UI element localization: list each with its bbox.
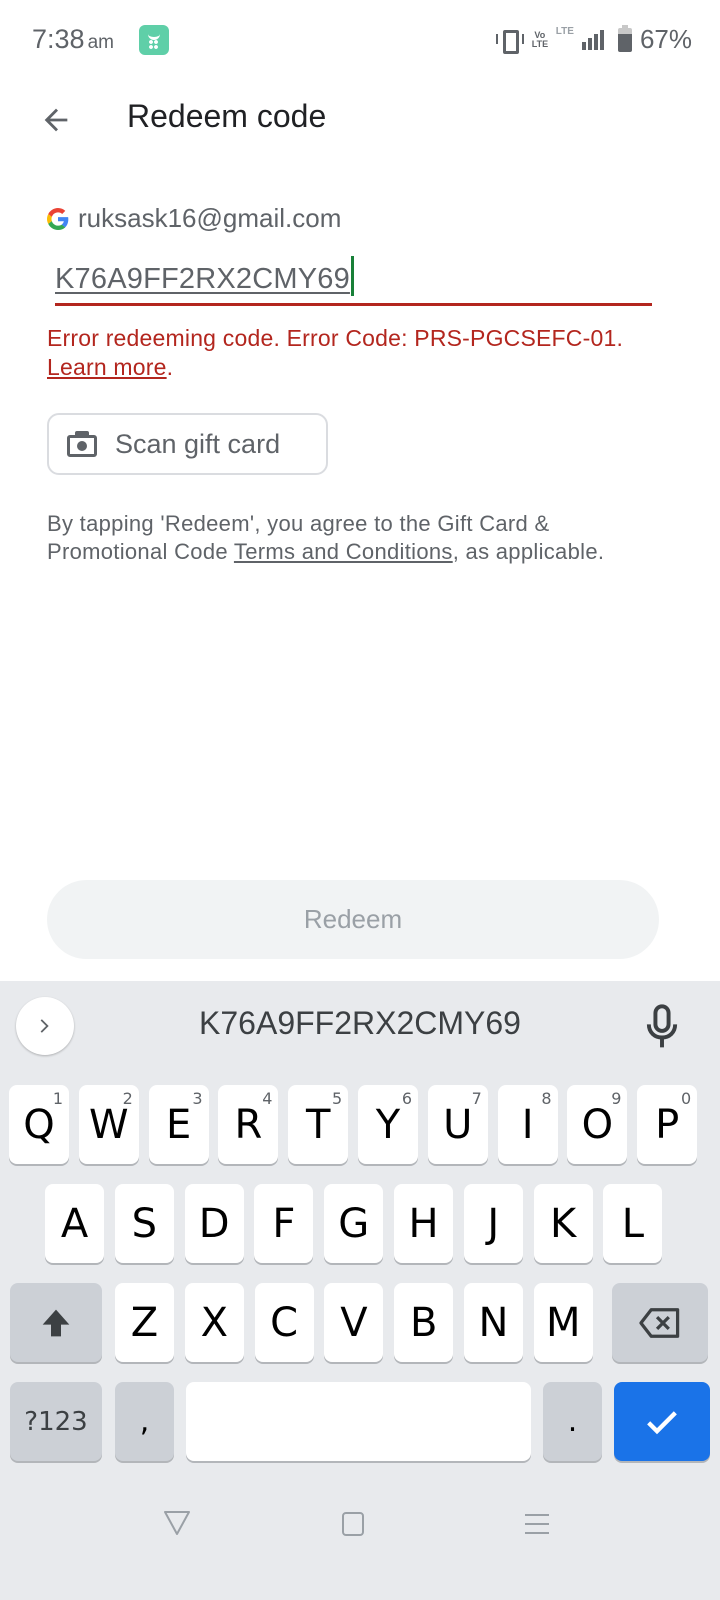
back-button[interactable] — [32, 96, 80, 144]
battery-percent: 67% — [639, 24, 692, 54]
key-g[interactable]: G — [324, 1184, 384, 1263]
key-v[interactable]: V — [324, 1283, 384, 1362]
key-hint: 1 — [52, 1089, 63, 1108]
code-input-value[interactable]: K76A9FF2RX2CMY69 — [55, 263, 350, 295]
status-time-value: 7:38 — [32, 24, 85, 54]
key-label: Y — [375, 1101, 401, 1148]
key-hint: 9 — [611, 1089, 622, 1108]
volte-icon: Vo LTE — [531, 29, 549, 49]
status-time: 7:38 am — [32, 24, 114, 55]
key-hint: 4 — [262, 1089, 273, 1108]
key-j[interactable]: J — [463, 1184, 523, 1263]
key-label: W — [89, 1101, 129, 1148]
key-b[interactable]: B — [394, 1283, 454, 1362]
key-n[interactable]: N — [464, 1283, 523, 1362]
key-hint: 2 — [122, 1089, 133, 1108]
checkmark-icon — [647, 1410, 677, 1434]
vibrate-icon — [494, 29, 524, 54]
terms-suffix: , as applicable. — [452, 539, 605, 564]
key-m[interactable]: M — [533, 1283, 593, 1362]
nav-home-icon[interactable] — [342, 1512, 364, 1536]
key-d[interactable]: D — [184, 1184, 244, 1263]
key-e[interactable]: E3 — [148, 1085, 209, 1164]
key-l[interactable]: L — [603, 1184, 663, 1263]
key-label: Q — [23, 1101, 55, 1148]
status-time-ampm: am — [87, 32, 114, 53]
text-caret — [350, 256, 354, 296]
key-hint: 7 — [471, 1089, 482, 1108]
key-z[interactable]: Z — [115, 1283, 174, 1362]
error-message: Error redeeming code. Error Code: PRS-PG… — [47, 324, 687, 382]
key-u[interactable]: U7 — [427, 1085, 488, 1164]
camera-icon — [67, 431, 97, 457]
status-bar: 7:38 am Vo LTE LTE 67% — [0, 0, 720, 80]
terms-and-conditions-link[interactable]: Terms and Conditions — [234, 539, 453, 564]
shift-key[interactable] — [10, 1283, 102, 1362]
key-hint: 3 — [192, 1089, 203, 1108]
google-g-icon — [47, 207, 69, 230]
key-s[interactable]: S — [114, 1184, 174, 1263]
key-label: U — [443, 1101, 473, 1148]
microphone-icon[interactable] — [642, 1003, 682, 1049]
space-key[interactable] — [186, 1382, 531, 1461]
period-key[interactable]: . — [543, 1382, 602, 1461]
key-y[interactable]: Y6 — [358, 1085, 418, 1164]
key-label: I — [521, 1101, 534, 1148]
page-title: Redeem code — [127, 98, 327, 134]
error-message-text: Error redeeming code. Error Code: PRS-PG… — [47, 325, 624, 351]
key-label: E — [165, 1101, 192, 1148]
key-h[interactable]: H — [394, 1184, 453, 1263]
code-input-error-underline — [55, 303, 652, 306]
backspace-key[interactable] — [612, 1283, 708, 1362]
key-i[interactable]: I8 — [497, 1085, 558, 1164]
key-q[interactable]: Q1 — [9, 1085, 69, 1164]
key-hint: 8 — [541, 1089, 552, 1108]
scan-gift-card-label: Scan gift card — [115, 428, 281, 459]
account-email: ruksask16@gmail.com — [78, 203, 342, 233]
account-row: ruksask16@gmail.com — [47, 203, 341, 234]
key-p[interactable]: P0 — [637, 1085, 698, 1164]
enter-key[interactable] — [614, 1382, 710, 1461]
key-hint: 5 — [332, 1089, 343, 1108]
shift-icon — [42, 1309, 70, 1336]
key-k[interactable]: K — [533, 1184, 593, 1263]
backspace-icon — [639, 1307, 680, 1338]
suggestion-bar: K76A9FF2RX2CMY69 — [0, 981, 720, 1071]
learn-more-link[interactable]: Learn more — [47, 354, 167, 380]
battery-icon — [617, 24, 632, 52]
key-w[interactable]: W2 — [78, 1085, 139, 1164]
scan-gift-card-button[interactable]: Scan gift card — [47, 413, 328, 475]
key-hint: 0 — [681, 1089, 692, 1108]
comma-key[interactable]: , — [115, 1382, 174, 1461]
key-f[interactable]: F — [254, 1184, 314, 1263]
signal-icon — [581, 29, 604, 50]
key-label: O — [581, 1101, 614, 1148]
key-r[interactable]: R4 — [218, 1085, 279, 1164]
key-label: R — [234, 1101, 263, 1148]
key-hint: 6 — [401, 1089, 412, 1108]
key-c[interactable]: C — [254, 1283, 314, 1362]
nav-recents-icon[interactable] — [525, 1514, 549, 1534]
key-o[interactable]: O9 — [567, 1085, 628, 1164]
redeem-button[interactable]: Redeem — [47, 880, 659, 959]
terms-text: By tapping 'Redeem', you agree to the Gi… — [47, 510, 607, 566]
error-trailing: . — [166, 354, 174, 380]
key-a[interactable]: A — [45, 1184, 104, 1263]
code-input[interactable]: K76A9FF2RX2CMY69 — [55, 256, 652, 308]
lte-icon: LTE — [555, 26, 574, 37]
app-bar: Redeem code — [0, 80, 720, 156]
key-t[interactable]: T5 — [288, 1085, 349, 1164]
key-label: T — [305, 1101, 331, 1148]
navigation-bar — [0, 1480, 720, 1600]
symbols-key[interactable]: ?123 — [10, 1382, 102, 1461]
arrow-back-icon — [44, 108, 68, 132]
notification-app-icon — [139, 25, 169, 55]
nav-back-icon[interactable] — [163, 1510, 191, 1536]
suggestion-chip[interactable]: K76A9FF2RX2CMY69 — [0, 1005, 720, 1042]
key-label: P — [655, 1101, 680, 1148]
status-icons: Vo LTE LTE 67% — [494, 24, 692, 55]
key-x[interactable]: X — [184, 1283, 244, 1362]
